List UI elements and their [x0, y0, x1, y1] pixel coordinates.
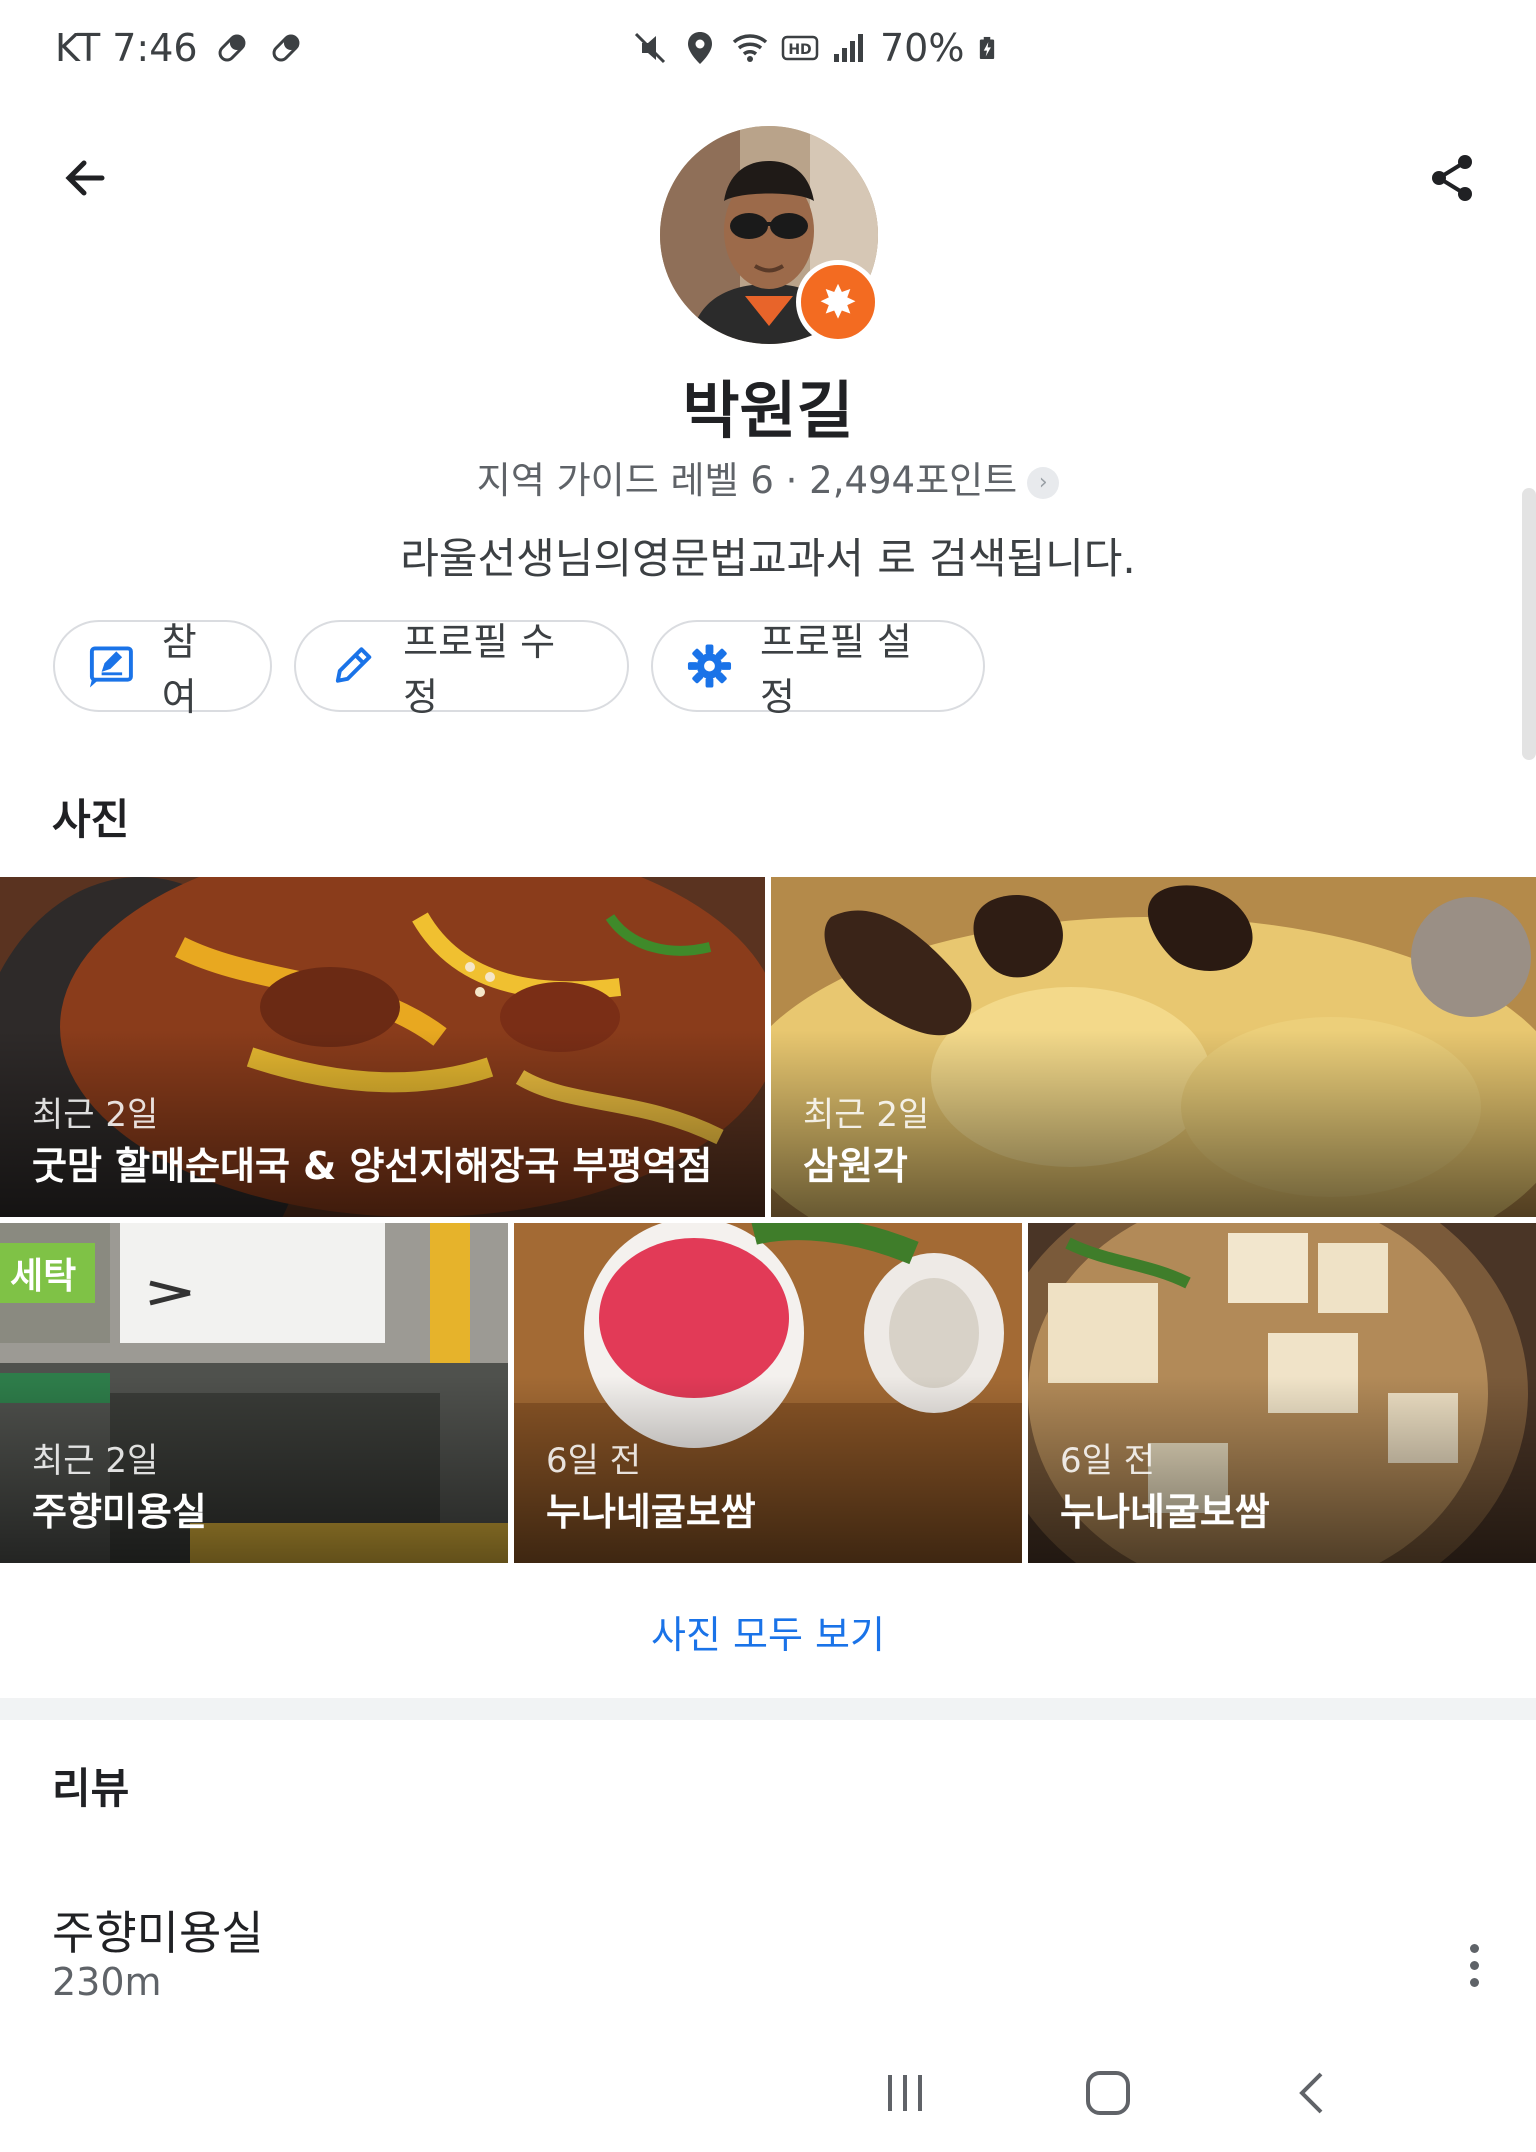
system-nav-bar: [0, 2048, 1536, 2152]
status-bar: KT 7:46 HD 70%: [0, 0, 1536, 105]
share-icon: [1432, 155, 1472, 201]
contribute-icon: [89, 646, 133, 688]
system-back-button[interactable]: [1268, 2048, 1358, 2138]
battery-charging-icon: [980, 36, 995, 60]
scrollbar[interactable]: [1522, 488, 1536, 760]
more-options-button[interactable]: [1450, 1920, 1498, 2010]
photo-place: 굿맘 할매순대국 & 양선지해장국 부평역점: [32, 1144, 713, 1188]
photo-place: 삼원각: [803, 1144, 908, 1188]
photo-date: 최근 2일: [803, 1095, 930, 1135]
kebab-dot-icon: [1469, 1960, 1479, 1970]
pill-icon: [272, 34, 300, 62]
chevron-right-icon: ›: [1027, 466, 1060, 499]
photo-place: 주향미용실: [32, 1490, 207, 1534]
mute-icon: [634, 32, 666, 64]
hd-icon: HD: [781, 35, 819, 61]
storefront-sign-text: 세탁: [10, 1256, 76, 1297]
edit-profile-label: 프로필 수정: [403, 620, 556, 719]
contribute-label: 참여: [161, 620, 197, 719]
profile-bio: 라울선생님의영문법교과서 로 검색됩니다.: [400, 534, 1136, 583]
reviews-section-title: 리뷰: [52, 1764, 130, 1813]
photo-place: 누나네굴보쌈: [1060, 1490, 1270, 1534]
photo-tile[interactable]: 6일 전 누나네굴보쌈: [1028, 1223, 1536, 1563]
review-place-name[interactable]: 주향미용실: [52, 1897, 264, 1963]
section-divider: [0, 1698, 1536, 1720]
wifi-icon: [732, 34, 768, 62]
photo-tile[interactable]: 최근 2일 삼원각: [771, 877, 1536, 1217]
photo-date: 최근 2일: [32, 1441, 159, 1481]
carrier-time: KT 7:46: [55, 26, 198, 70]
pill-icon: [218, 34, 246, 62]
kebab-dot-icon: [1469, 1977, 1479, 1987]
photos-section-title: 사진: [52, 795, 130, 844]
photo-date: 6일 전: [546, 1441, 641, 1481]
home-button[interactable]: [1063, 2048, 1153, 2138]
recent-apps-button[interactable]: [860, 2048, 950, 2138]
kebab-dot-icon: [1469, 1943, 1479, 1953]
battery-percent: 70%: [880, 26, 965, 70]
recent-apps-icon: [888, 2075, 922, 2111]
local-guide-badge-icon: ✸: [796, 260, 880, 344]
share-button[interactable]: [1413, 138, 1493, 218]
chevron-left-icon: [1299, 2072, 1323, 2114]
location-icon: [688, 32, 712, 64]
profile-settings-button[interactable]: 프로필 설정: [651, 620, 985, 719]
pencil-icon: [335, 647, 372, 683]
status-bar-right: HD 70%: [630, 26, 1000, 70]
photo-tile[interactable]: 최근 2일 굿맘 할매순대국 & 양선지해장국 부평역점: [0, 877, 765, 1217]
status-bar-left: KT 7:46: [55, 26, 306, 70]
see-all-photos-link[interactable]: 사진 모두 보기: [0, 1604, 1536, 1659]
gear-icon: [687, 644, 732, 688]
local-guide-level[interactable]: 지역 가이드 레벨 6 · 2,494포인트 ›: [0, 450, 1536, 504]
level-text: 지역 가이드 레벨 6 · 2,494포인트: [476, 459, 1018, 502]
profile-settings-label: 프로필 설정: [759, 620, 912, 719]
signal-icon: [834, 34, 863, 62]
profile-name: 박원길: [682, 374, 854, 447]
photo-tile[interactable]: 6일 전 누나네굴보쌈: [514, 1223, 1022, 1563]
photo-tile[interactable]: 세탁 최근 2일 주향미용실: [0, 1223, 508, 1563]
review-distance: 230m: [52, 1960, 162, 2004]
arrow-left-icon: [65, 160, 105, 196]
home-icon: [1086, 2071, 1130, 2115]
edit-profile-button[interactable]: 프로필 수정: [294, 620, 629, 719]
back-button[interactable]: [45, 138, 125, 218]
profile-avatar[interactable]: ✸: [660, 126, 880, 344]
svg-text:HD: HD: [788, 42, 811, 58]
photo-date: 6일 전: [1060, 1441, 1155, 1481]
photo-date: 최근 2일: [32, 1095, 159, 1135]
photo-place: 누나네굴보쌈: [546, 1490, 756, 1534]
contribute-button[interactable]: 참여: [53, 620, 272, 719]
